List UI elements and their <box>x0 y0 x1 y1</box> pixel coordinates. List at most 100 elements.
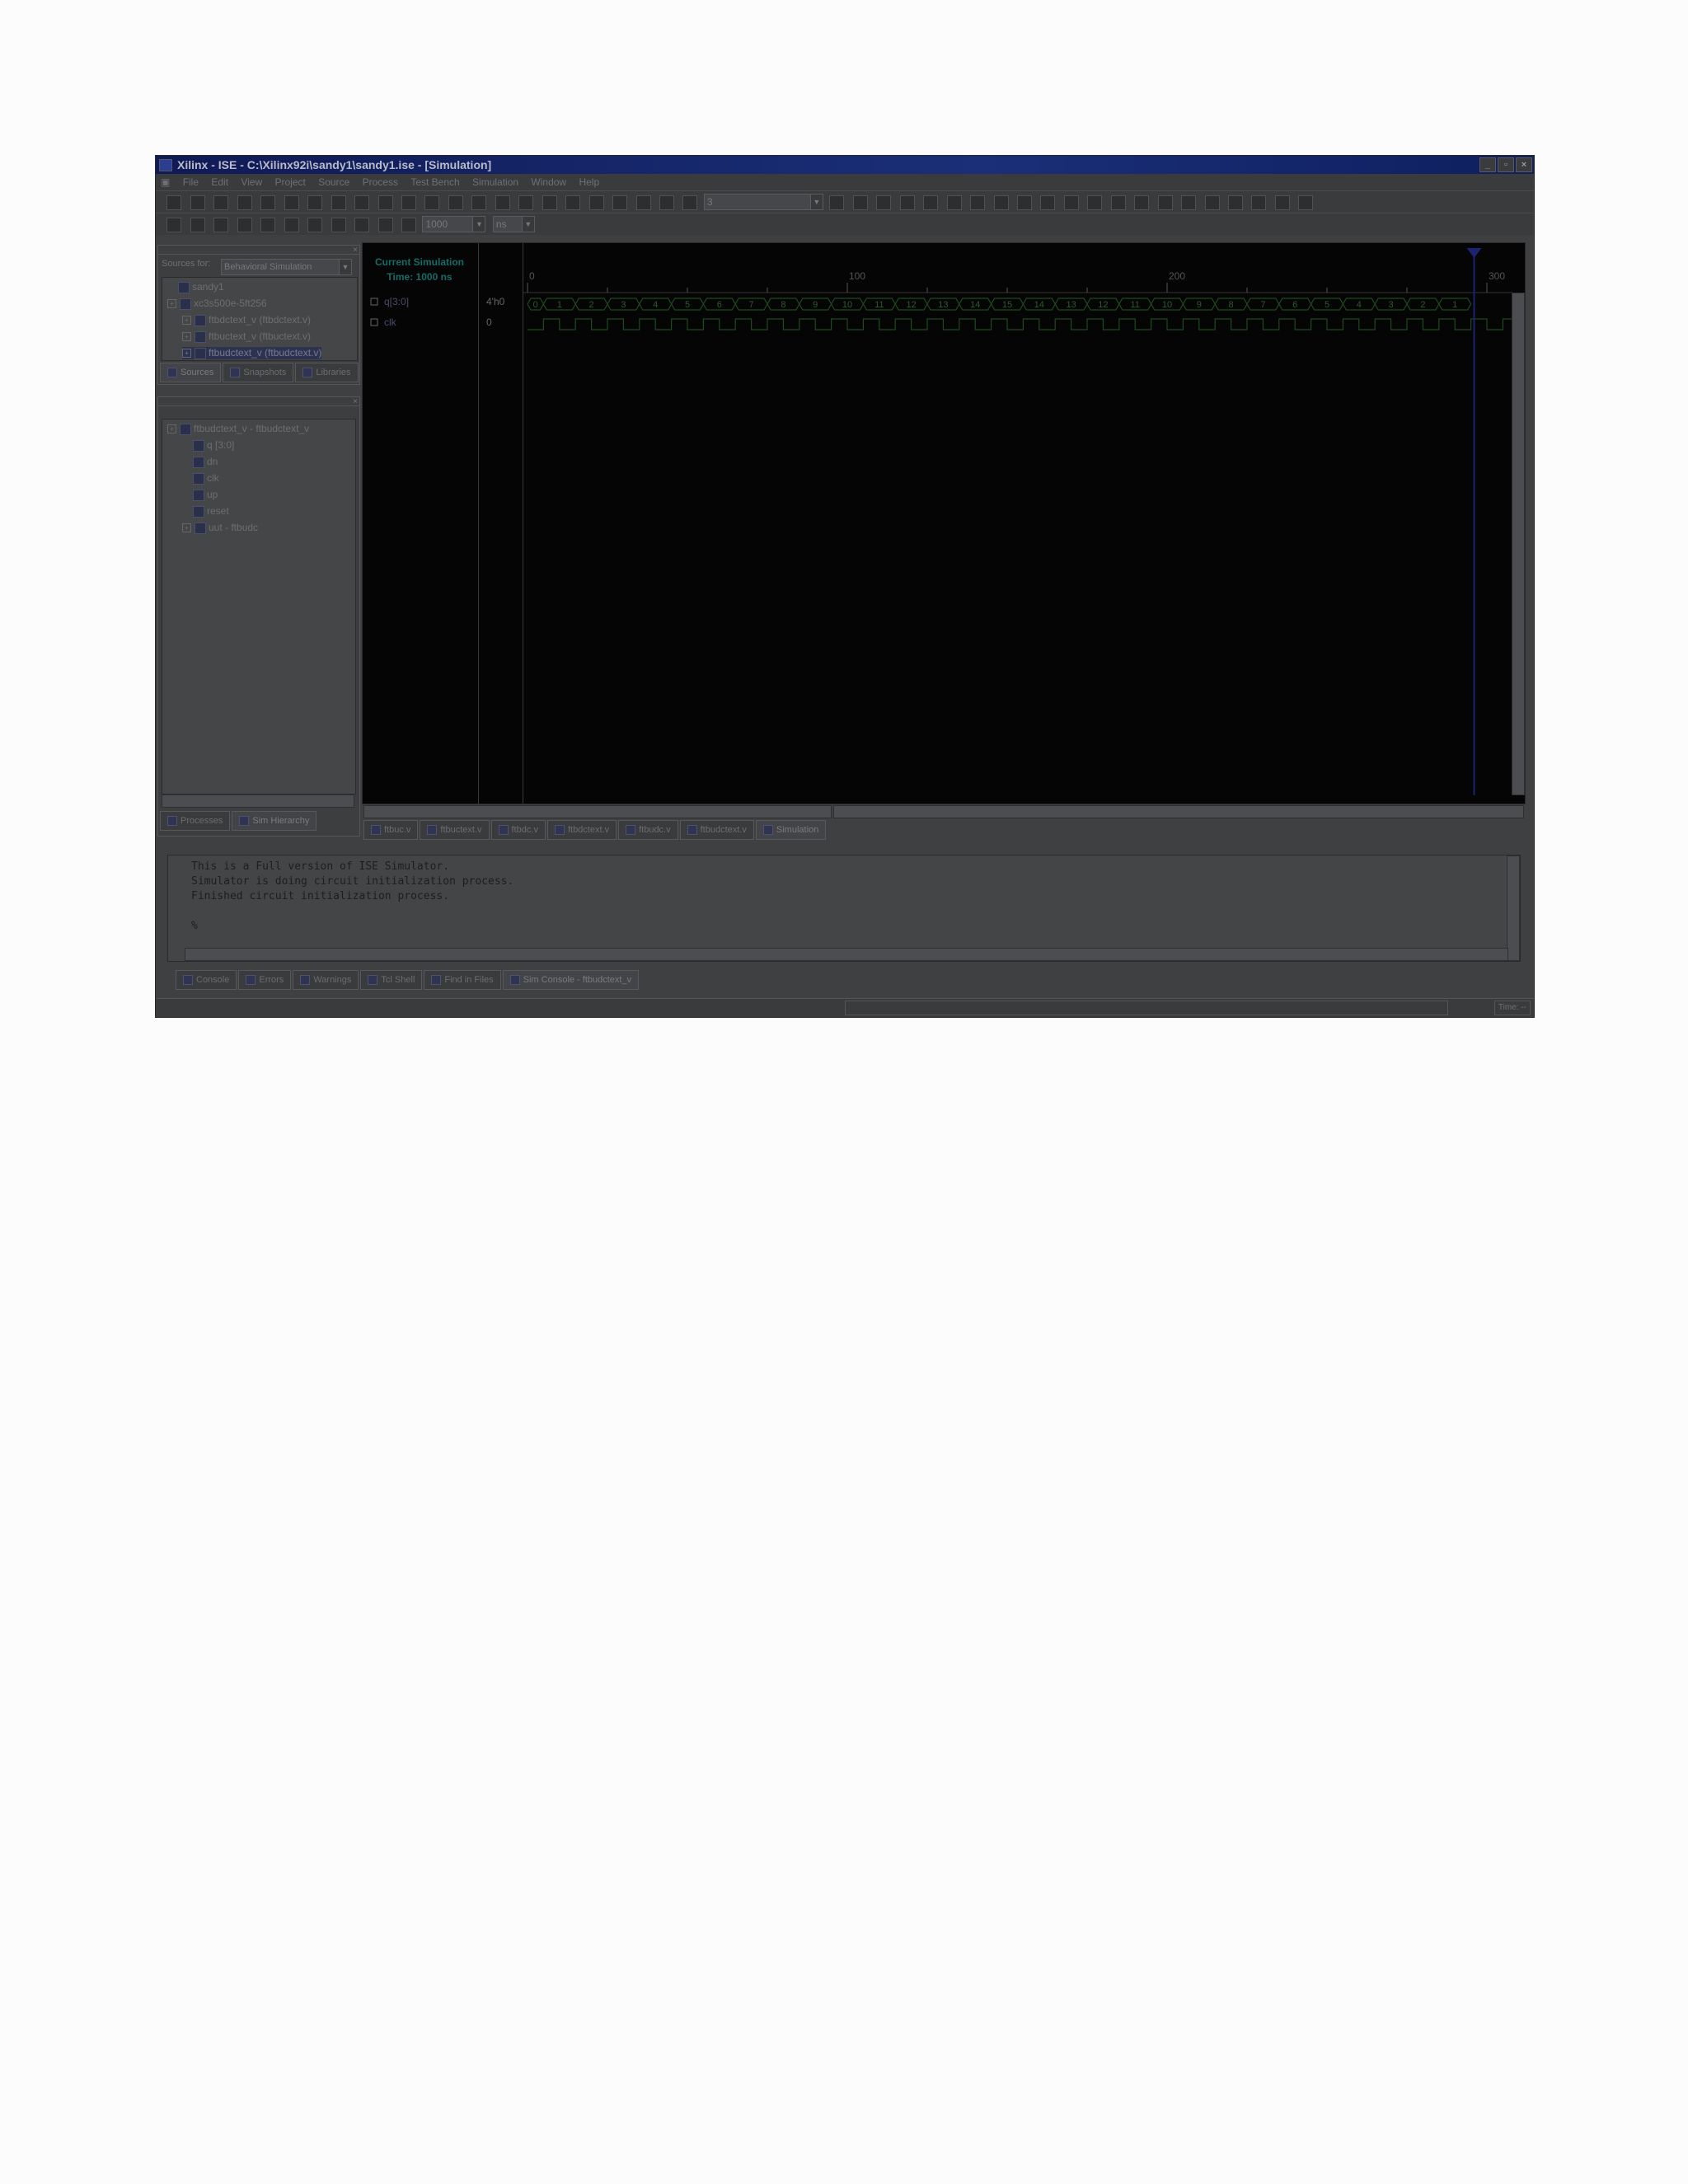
menu-view[interactable]: View <box>236 174 267 190</box>
console-tab[interactable]: Errors <box>238 970 292 990</box>
editor-tab[interactable]: ftbuctext.v <box>420 820 490 840</box>
marker-icon-4[interactable] <box>1016 195 1032 210</box>
wrench-icon[interactable] <box>612 195 628 210</box>
print-icon[interactable] <box>260 195 276 210</box>
signal-name[interactable]: clk <box>384 316 397 328</box>
sim-window-icon[interactable] <box>307 218 323 232</box>
panel-grip[interactable] <box>158 397 359 406</box>
menu-process[interactable]: Process <box>358 174 403 190</box>
zoom-in-icon[interactable] <box>448 195 463 210</box>
delete-icon[interactable] <box>354 195 370 210</box>
jump-icon-1[interactable] <box>1181 195 1197 210</box>
cut-icon[interactable] <box>284 195 299 210</box>
console-tab[interactable]: Warnings <box>293 970 359 990</box>
search-combo[interactable]: 3 ▼ <box>703 194 823 210</box>
waveform-canvas[interactable]: 0 100 200 300q[3:0] 4'h0clk 00 1 2 3 4 5 6 7 8 9 10 11 12… <box>363 243 1525 804</box>
hierarchy-tree-item[interactable]: clk <box>182 472 219 485</box>
page-icon[interactable] <box>565 195 581 210</box>
panel-grip[interactable] <box>158 246 359 255</box>
bus-expand-icon[interactable] <box>370 298 378 306</box>
jump-icon-3[interactable] <box>1228 195 1244 210</box>
step-icon-5[interactable] <box>260 218 276 232</box>
expand-icon[interactable]: + <box>167 424 176 434</box>
paste-icon[interactable] <box>331 195 346 210</box>
zoom-full-icon[interactable] <box>518 195 534 210</box>
find-icon[interactable] <box>659 195 674 210</box>
jump-icon-2[interactable] <box>1204 195 1220 210</box>
run-for-icon[interactable] <box>401 218 416 232</box>
wave-hscrollbar[interactable] <box>833 805 1524 818</box>
signal-icon[interactable] <box>370 318 378 326</box>
time-cursor-handle[interactable] <box>1466 248 1482 258</box>
tab-sim-hierarchy[interactable]: Sim Hierarchy <box>232 811 317 831</box>
source-tree-item[interactable]: + ftbudctext_v (ftbudctext.v) <box>182 347 322 359</box>
waveform-vscrollbar[interactable] <box>1512 293 1525 795</box>
console-tab[interactable]: Find in Files <box>424 970 501 990</box>
pause-icon[interactable] <box>331 218 346 232</box>
comment-icon[interactable] <box>1134 195 1150 210</box>
editor-tab[interactable]: ftbudctext.v <box>679 820 754 840</box>
save-all-icon[interactable] <box>237 195 252 210</box>
new-file-icon[interactable] <box>166 195 182 210</box>
menu-edit[interactable]: Edit <box>206 174 233 190</box>
minimize-button[interactable]: _ <box>1479 157 1496 172</box>
name-hscrollbar[interactable] <box>363 805 832 818</box>
save-icon[interactable] <box>213 195 229 210</box>
close-tool-icon[interactable] <box>1298 195 1314 210</box>
restart-icon[interactable] <box>1274 195 1290 210</box>
marker-icon-1[interactable] <box>946 195 962 210</box>
bulb-icon[interactable] <box>829 195 845 210</box>
run-icon[interactable] <box>377 218 393 232</box>
step-icon-4[interactable] <box>237 218 252 232</box>
prev-marker-icon[interactable] <box>1040 195 1056 210</box>
hierarchy-tree-item[interactable]: up <box>182 489 218 501</box>
source-tree-item[interactable]: + ftbdctext_v (ftbdctext.v) <box>182 314 311 326</box>
close-icon[interactable]: × <box>353 397 358 406</box>
restart-sim-icon[interactable] <box>354 218 370 232</box>
menu-doc-icon[interactable]: ▣ <box>156 174 175 190</box>
maximize-button[interactable]: ▫ <box>1498 157 1514 172</box>
marker-icon-2[interactable] <box>970 195 986 210</box>
window-icon-3[interactable] <box>899 195 915 210</box>
hierarchy-scrollbar[interactable] <box>162 794 354 808</box>
uncomment-icon[interactable] <box>1157 195 1173 210</box>
chevron-down-icon[interactable]: ▼ <box>809 194 823 209</box>
next-marker-icon[interactable] <box>1063 195 1079 210</box>
source-tree-item[interactable]: sandy1 <box>167 281 224 293</box>
sim-time-unit-select[interactable]: ns ▼ <box>492 216 535 232</box>
step-icon-2[interactable] <box>190 218 205 232</box>
jump-icon-4[interactable] <box>1251 195 1267 210</box>
menu-test-bench[interactable]: Test Bench <box>406 174 464 190</box>
hierarchy-tree-item[interactable]: q [3:0] <box>182 439 234 452</box>
tab-processes[interactable]: Processes <box>160 811 231 831</box>
hierarchy-tree-item[interactable]: dn <box>182 456 218 468</box>
console-tab[interactable]: Tcl Shell <box>360 970 423 990</box>
menu-file[interactable]: File <box>178 174 204 190</box>
window-icon-1[interactable] <box>852 195 868 210</box>
redo-icon[interactable] <box>401 195 416 210</box>
copy-icon[interactable] <box>307 195 323 210</box>
menu-project[interactable]: Project <box>270 174 311 190</box>
expand-icon[interactable]: + <box>182 316 191 326</box>
console-tab[interactable]: Console <box>176 970 237 990</box>
expand-icon[interactable]: + <box>167 299 176 309</box>
expand-icon[interactable]: + <box>182 332 191 342</box>
tools-icon[interactable] <box>588 195 604 210</box>
step-icon-6[interactable] <box>284 218 299 232</box>
indent-icon[interactable] <box>1087 195 1103 210</box>
undo-icon[interactable] <box>377 195 393 210</box>
find-next-icon[interactable] <box>682 195 698 210</box>
sim-time-input[interactable]: 1000 ▼ <box>422 216 486 232</box>
zoom-fit-icon[interactable] <box>495 195 510 210</box>
editor-tab[interactable]: Simulation <box>755 820 827 840</box>
wand-icon[interactable] <box>542 195 557 210</box>
menu-help[interactable]: Help <box>574 174 604 190</box>
chevron-down-icon[interactable]: ▼ <box>472 217 485 232</box>
step-icon-3[interactable] <box>213 218 229 232</box>
console-tab[interactable]: Sim Console - ftbudctext_v <box>502 970 640 990</box>
menu-window[interactable]: Window <box>526 174 571 190</box>
console-hscrollbar[interactable] <box>185 948 1508 961</box>
help-icon[interactable] <box>635 195 651 210</box>
close-button[interactable]: × <box>1516 157 1532 172</box>
chevron-down-icon[interactable]: ▼ <box>521 217 534 232</box>
